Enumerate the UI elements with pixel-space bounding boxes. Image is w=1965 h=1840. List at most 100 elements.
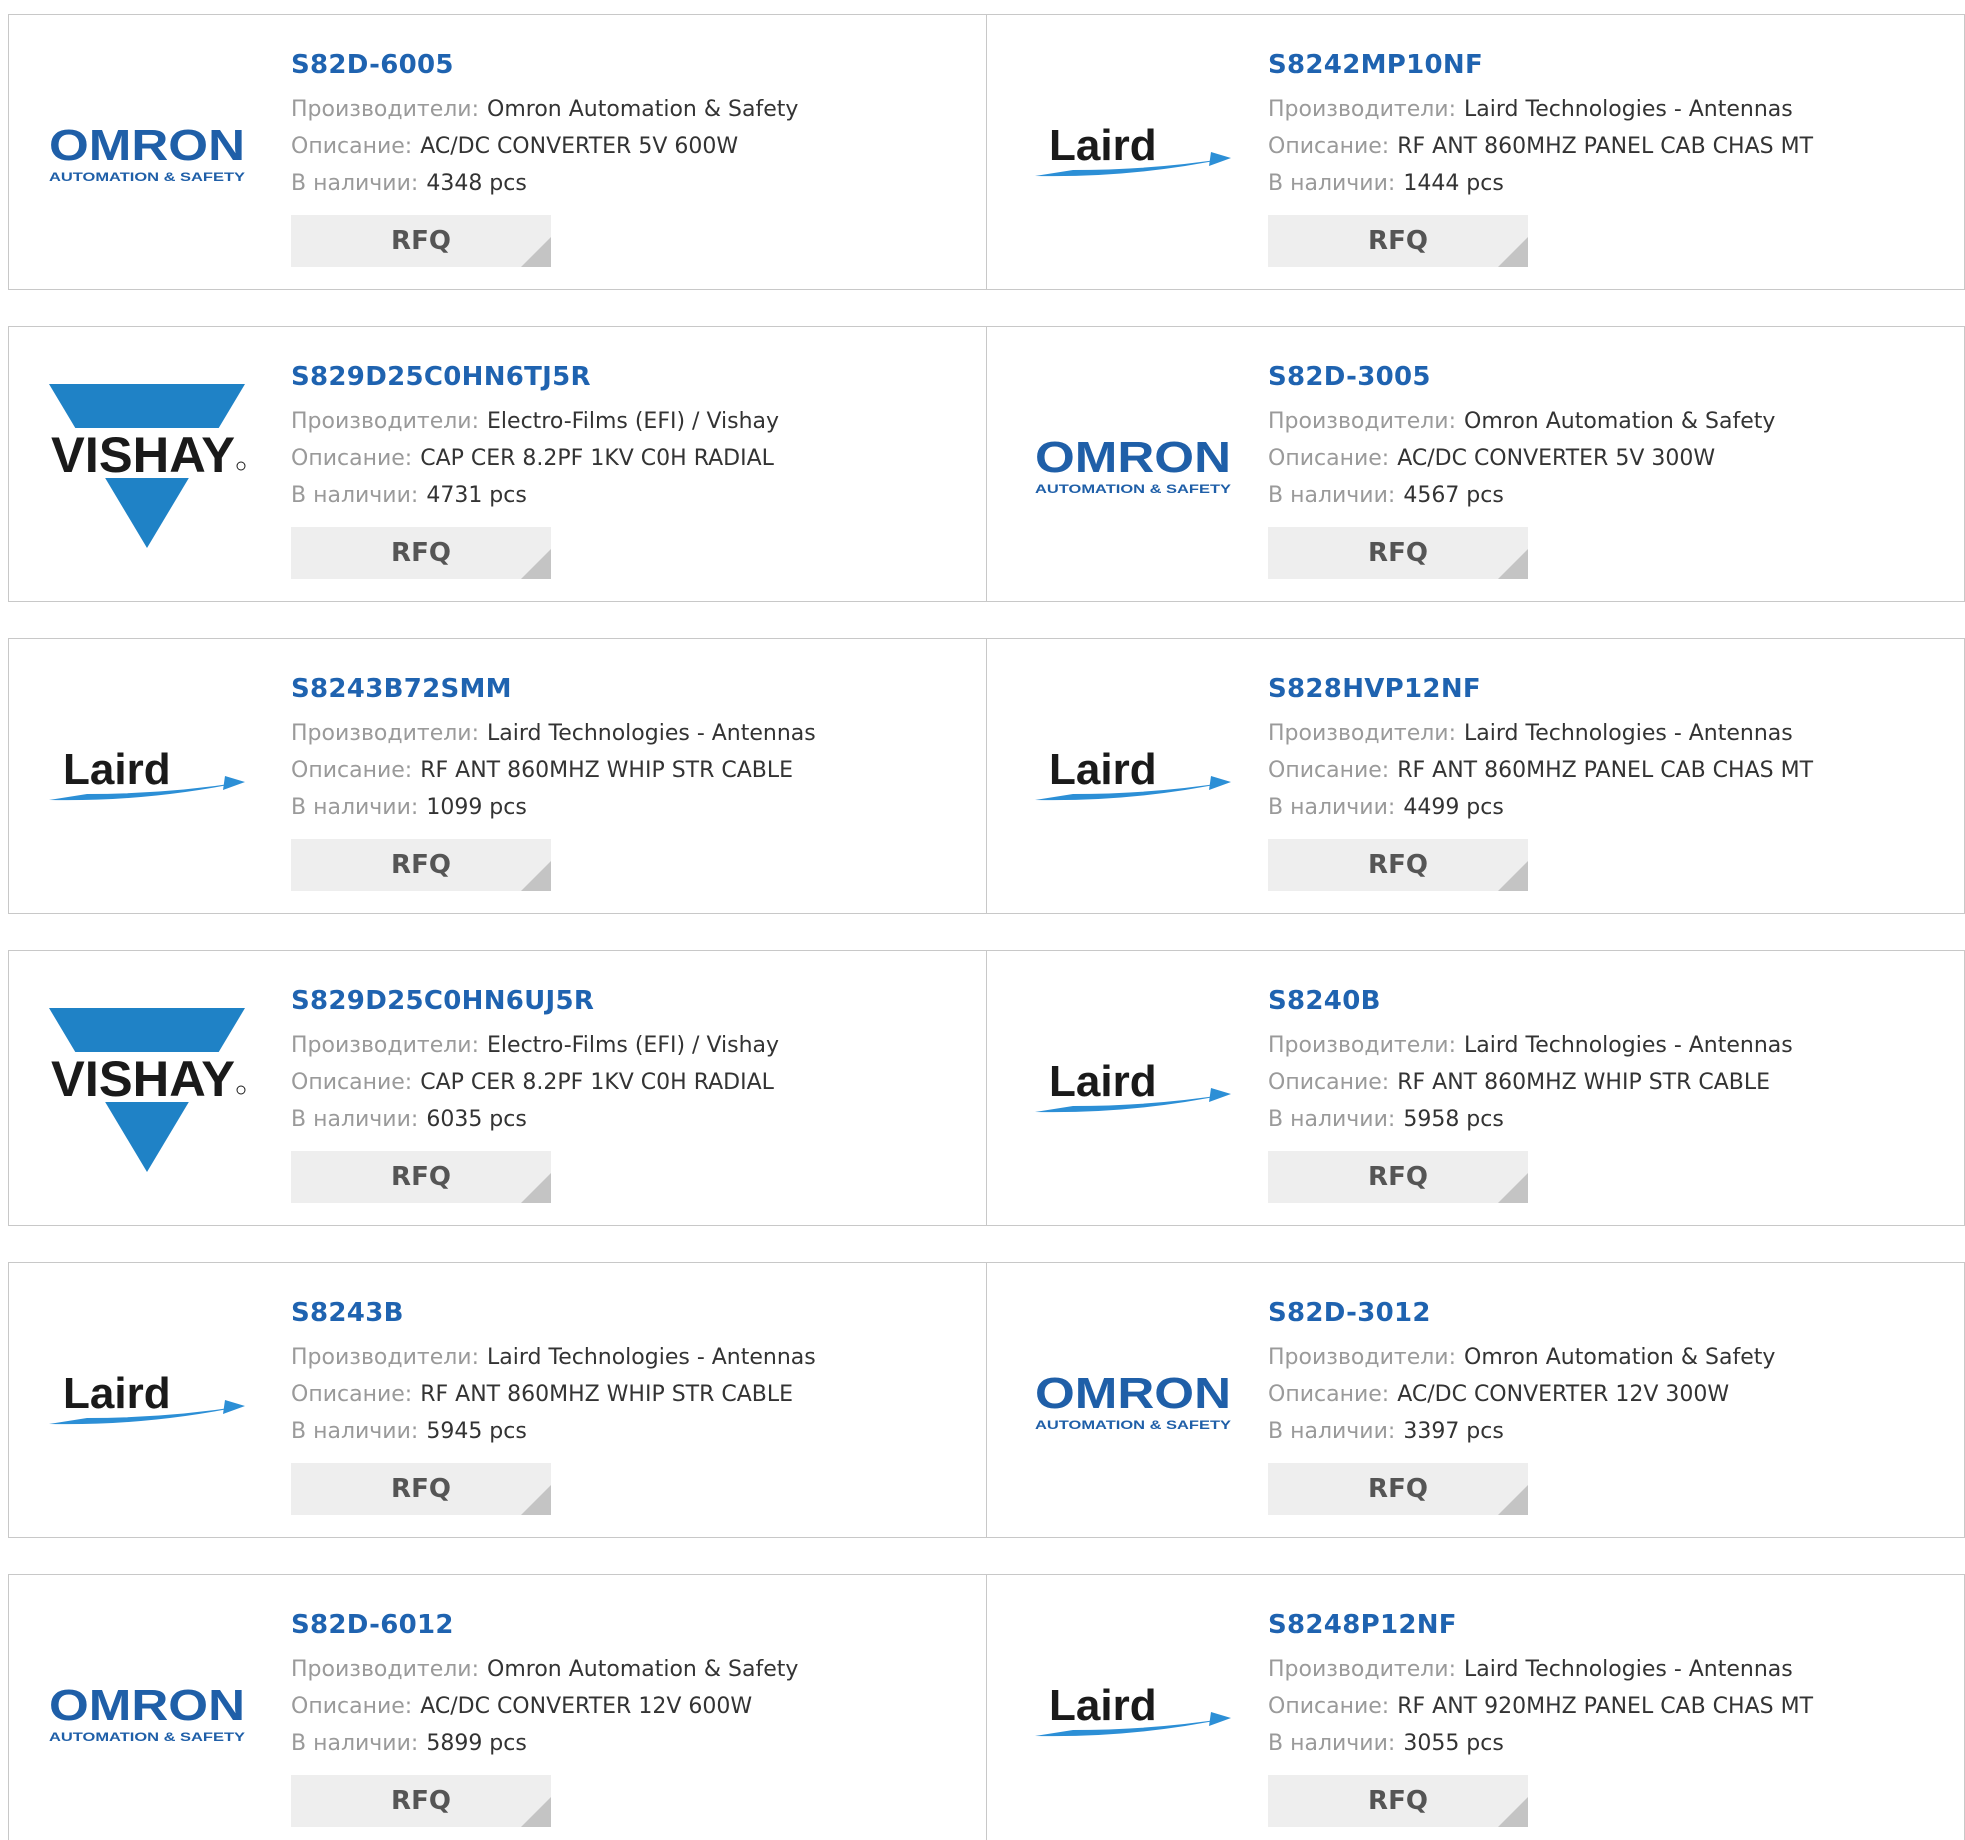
stock-label: В наличии: — [1268, 1731, 1396, 1756]
stock-value: 4348 pcs — [426, 171, 527, 196]
description-label: Описание: — [1268, 1382, 1390, 1407]
stock-label: В наличии: — [291, 1107, 419, 1132]
svg-text:Laird: Laird — [1049, 745, 1157, 794]
manufacturer-label: Производители: — [1268, 1345, 1457, 1370]
svg-text:Laird: Laird — [1049, 1057, 1157, 1106]
svg-text:Laird: Laird — [1049, 1681, 1157, 1730]
rfq-button[interactable]: RFQ — [291, 1775, 551, 1827]
part-number-link[interactable]: S82D-3012 — [1268, 1295, 1775, 1331]
rfq-button[interactable]: RFQ — [291, 215, 551, 267]
part-number-link[interactable]: S829D25C0HN6TJ5R — [291, 359, 779, 395]
manufacturer-logo[interactable]: OMRON AUTOMATION & SAFETY — [1027, 1263, 1239, 1539]
product-card: Laird S8242MP10NF Производители: Laird Tech… — [986, 14, 1965, 290]
product-card: OMRON AUTOMATION & SAFETY S82D-6012 Произво… — [8, 1574, 987, 1840]
stock-label: В наличии: — [1268, 1419, 1396, 1444]
rfq-button[interactable]: RFQ — [1268, 1151, 1528, 1203]
part-number-link[interactable]: S8243B72SMM — [291, 671, 816, 707]
manufacturer-row: Производители: Electro-Films (EFI) / Vish… — [291, 1027, 779, 1064]
description-row: Описание: AC/DC CONVERTER 5V 300W — [1268, 440, 1775, 477]
svg-text:Laird: Laird — [63, 1369, 171, 1418]
rfq-button[interactable]: RFQ — [291, 1151, 551, 1203]
manufacturer-logo[interactable]: Laird — [1027, 639, 1239, 915]
description-value: CAP CER 8.2PF 1KV C0H RADIAL — [420, 446, 774, 471]
description-label: Описание: — [291, 446, 413, 471]
manufacturer-value: Laird Technologies - Antennas — [1464, 1033, 1793, 1058]
product-info: S8242MP10NF Производители: Laird Technolog… — [1268, 47, 1813, 267]
manufacturer-logo[interactable]: Laird — [41, 1263, 253, 1539]
description-value: AC/DC CONVERTER 12V 600W — [420, 1694, 753, 1719]
description-label: Описание: — [291, 134, 413, 159]
stock-label: В наличии: — [1268, 171, 1396, 196]
svg-text:AUTOMATION & SAFETY: AUTOMATION & SAFETY — [1035, 1418, 1231, 1432]
manufacturer-label: Производители: — [291, 1657, 480, 1682]
product-info: S8243B72SMM Производители: Laird Technolog… — [291, 671, 816, 891]
manufacturer-logo[interactable]: Laird — [1027, 15, 1239, 291]
stock-value: 5958 pcs — [1403, 1107, 1504, 1132]
description-label: Описание: — [1268, 1694, 1390, 1719]
manufacturer-value: Electro-Films (EFI) / Vishay — [487, 409, 780, 434]
part-number-link[interactable]: S82D-6005 — [291, 47, 798, 83]
manufacturer-label: Производители: — [291, 1345, 480, 1370]
manufacturer-logo[interactable]: OMRON AUTOMATION & SAFETY — [41, 1575, 253, 1840]
description-row: Описание: AC/DC CONVERTER 5V 600W — [291, 128, 798, 165]
description-label: Описание: — [1268, 1070, 1390, 1095]
stock-row: В наличии: 4567 pcs — [1268, 477, 1775, 514]
product-info: S8243B Производители: Laird Technologies -… — [291, 1295, 816, 1515]
laird-logo-icon: Laird — [1035, 745, 1231, 801]
description-value: AC/DC CONVERTER 5V 600W — [420, 134, 739, 159]
manufacturer-value: Omron Automation & Safety — [487, 1657, 799, 1682]
rfq-button[interactable]: RFQ — [291, 1463, 551, 1515]
manufacturer-logo[interactable]: VISHAY — [41, 951, 253, 1227]
rfq-button[interactable]: RFQ — [1268, 1463, 1528, 1515]
vishay-logo-icon: VISHAY — [47, 384, 247, 548]
rfq-button[interactable]: RFQ — [1268, 215, 1528, 267]
stock-row: В наличии: 1099 pcs — [291, 789, 816, 826]
manufacturer-logo[interactable]: VISHAY — [41, 327, 253, 603]
manufacturer-value: Omron Automation & Safety — [487, 97, 799, 122]
manufacturer-row: Производители: Omron Automation & Safety — [291, 91, 798, 128]
manufacturer-logo[interactable]: OMRON AUTOMATION & SAFETY — [1027, 327, 1239, 603]
part-number-link[interactable]: S8243B — [291, 1295, 816, 1331]
manufacturer-logo[interactable]: Laird — [41, 639, 253, 915]
manufacturer-value: Omron Automation & Safety — [1464, 409, 1776, 434]
stock-value: 6035 pcs — [426, 1107, 527, 1132]
part-number-link[interactable]: S8248P12NF — [1268, 1607, 1813, 1643]
part-number-link[interactable]: S82D-3005 — [1268, 359, 1775, 395]
manufacturer-value: Laird Technologies - Antennas — [1464, 1657, 1793, 1682]
part-number-link[interactable]: S829D25C0HN6UJ5R — [291, 983, 779, 1019]
manufacturer-row: Производители: Laird Technologies - Anten… — [1268, 1651, 1813, 1688]
part-number-link[interactable]: S8240B — [1268, 983, 1793, 1019]
rfq-button[interactable]: RFQ — [291, 527, 551, 579]
part-number-link[interactable]: S828HVP12NF — [1268, 671, 1813, 707]
manufacturer-logo[interactable]: OMRON AUTOMATION & SAFETY — [41, 15, 253, 291]
svg-text:OMRON: OMRON — [1035, 433, 1231, 482]
stock-value: 1099 pcs — [426, 795, 527, 820]
manufacturer-logo[interactable]: Laird — [1027, 951, 1239, 1227]
part-number-link[interactable]: S82D-6012 — [291, 1607, 798, 1643]
description-row: Описание: AC/DC CONVERTER 12V 600W — [291, 1688, 798, 1725]
manufacturer-logo[interactable]: Laird — [1027, 1575, 1239, 1840]
description-value: RF ANT 860MHZ WHIP STR CABLE — [420, 1382, 794, 1407]
omron-logo-icon: OMRONAUTOMATION & SAFETY — [1035, 1369, 1231, 1432]
stock-label: В наличии: — [1268, 483, 1396, 508]
manufacturer-label: Производители: — [1268, 1657, 1457, 1682]
laird-logo-icon: Laird — [1035, 121, 1231, 177]
description-value: RF ANT 860MHZ WHIP STR CABLE — [420, 758, 794, 783]
product-info: S82D-6005 Производители: Omron Automation … — [291, 47, 798, 267]
svg-text:OMRON: OMRON — [1035, 1369, 1231, 1418]
product-grid: OMRON AUTOMATION & SAFETY S82D-6005 Произво… — [0, 0, 1965, 1840]
manufacturer-row: Производители: Omron Automation & Safety — [291, 1651, 798, 1688]
product-card: Laird S8248P12NF Производители: Laird Techn… — [986, 1574, 1965, 1840]
part-number-link[interactable]: S8242MP10NF — [1268, 47, 1813, 83]
stock-label: В наличии: — [1268, 1107, 1396, 1132]
laird-logo-icon: Laird — [1035, 1681, 1231, 1737]
stock-row: В наличии: 4499 pcs — [1268, 789, 1813, 826]
stock-value: 5945 pcs — [426, 1419, 527, 1444]
rfq-button[interactable]: RFQ — [1268, 1775, 1528, 1827]
rfq-button[interactable]: RFQ — [1268, 839, 1528, 891]
rfq-button[interactable]: RFQ — [1268, 527, 1528, 579]
manufacturer-value: Laird Technologies - Antennas — [487, 1345, 816, 1370]
rfq-button[interactable]: RFQ — [291, 839, 551, 891]
description-value: RF ANT 860MHZ PANEL CAB CHAS MT — [1397, 758, 1814, 783]
product-info: S82D-3005 Производители: Omron Automation … — [1268, 359, 1775, 579]
